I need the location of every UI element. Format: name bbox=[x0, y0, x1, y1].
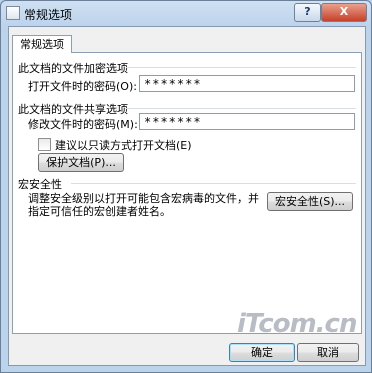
open-password-label: 打开文件时的密码(O): bbox=[28, 80, 137, 93]
window-title: 常规选项 bbox=[24, 8, 73, 22]
open-password-field[interactable]: ******* bbox=[139, 75, 355, 92]
close-button[interactable]: X bbox=[321, 3, 367, 22]
macro-description-line2: 指定可信任的宏创建者姓名。 bbox=[28, 205, 171, 218]
dialog-client-area: 常规选项 此文档的文件加密选项 打开文件时的密码(O): ******* 此文档… bbox=[8, 26, 366, 366]
macro-divider bbox=[71, 183, 356, 184]
protect-document-button[interactable]: 保护文档(P)... bbox=[38, 153, 124, 172]
sharing-divider bbox=[126, 108, 356, 109]
macro-security-button[interactable]: 宏安全性(S)... bbox=[267, 192, 353, 211]
encryption-divider bbox=[126, 67, 356, 68]
dialog-window: 常规选项 ? X 常规选项 此文档的文件加密选项 打开文件时的密码(O): **… bbox=[0, 0, 372, 373]
tab-general-options[interactable]: 常规选项 bbox=[12, 35, 72, 53]
encryption-heading: 此文档的文件加密选项 bbox=[18, 62, 128, 75]
readonly-checkbox[interactable] bbox=[38, 138, 51, 151]
readonly-label[interactable]: 建议以只读方式打开文档(E) bbox=[55, 137, 192, 153]
sharing-heading: 此文档的文件共享选项 bbox=[18, 103, 128, 116]
help-button[interactable]: ? bbox=[294, 3, 321, 22]
tab-panel: 此文档的文件加密选项 打开文件时的密码(O): ******* 此文档的文件共享… bbox=[12, 52, 362, 334]
ok-button[interactable]: 确定 bbox=[229, 343, 295, 362]
title-bar[interactable]: 常规选项 ? X bbox=[1, 1, 371, 25]
watermark-logo: iTcom.cn bbox=[237, 309, 357, 339]
modify-password-field[interactable]: ******* bbox=[139, 113, 355, 130]
cancel-button[interactable]: 取消 bbox=[297, 343, 359, 362]
window-icon bbox=[6, 6, 20, 20]
modify-password-label: 修改文件时的密码(M): bbox=[28, 118, 138, 131]
